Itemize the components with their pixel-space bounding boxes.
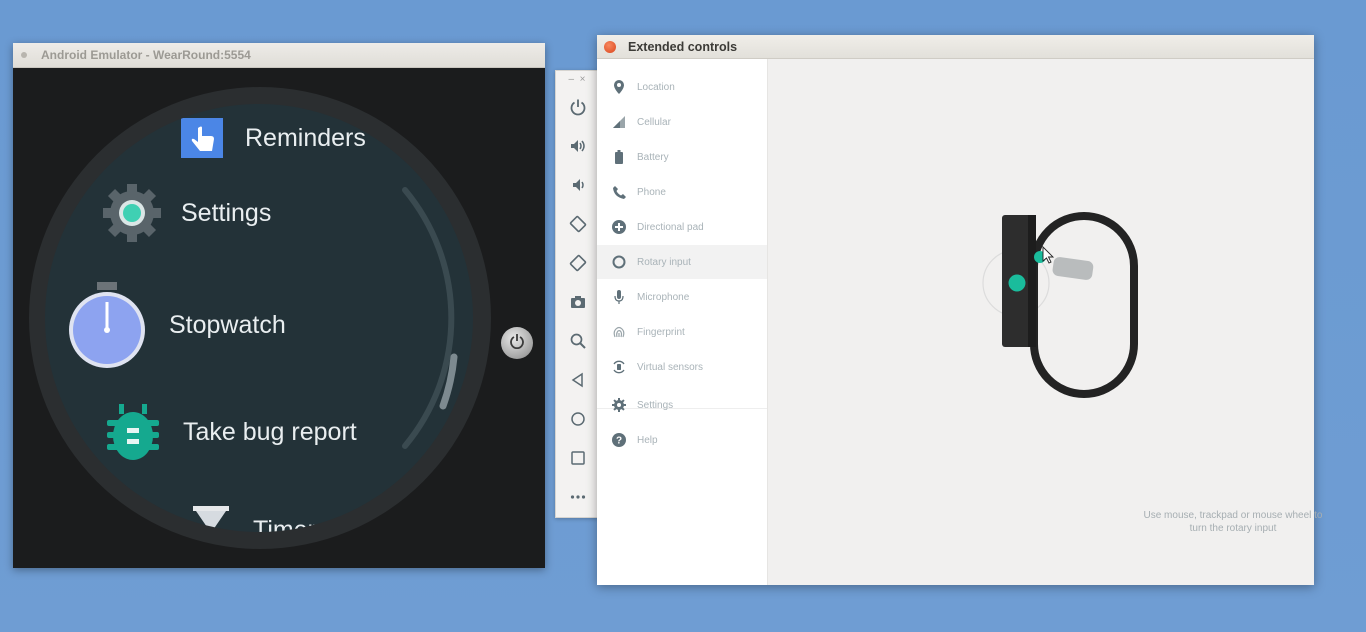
nav-item-label: Virtual sensors [637,361,703,373]
watch-scrollbar[interactable] [53,112,465,524]
extended-controls-nav: Location Cellular Battery Phone Directio… [597,59,768,585]
nav-item-label: Directional pad [637,221,704,233]
toolbar-volume-up-button[interactable] [564,132,592,160]
extended-controls-window: Extended controls Location Cellular Batt [597,35,1322,585]
nav-item-label: Cellular [637,116,671,128]
help-icon: ? [612,433,626,447]
location-pin-icon [612,80,626,94]
battery-icon [612,150,626,164]
settings-icon [612,398,626,412]
extended-controls-title: Extended controls [628,39,738,54]
hint-line: Use mouse, trackpad or mouse wheel to [1143,510,1323,521]
more-icon [570,495,586,499]
nav-item-label: Rotary input [637,256,691,268]
nav-item-microphone[interactable]: Microphone [597,280,767,314]
nav-item-help[interactable]: ? Help [597,423,767,457]
toolbar-window-controls[interactable]: – × [556,71,598,87]
toolbar-home-button[interactable] [564,405,592,433]
nav-item-battery[interactable]: Battery [597,140,767,174]
nav-item-phone[interactable]: Phone [597,175,767,209]
toolbar-volume-down-button[interactable] [564,171,592,199]
toolbar-power-button[interactable] [564,93,592,121]
hint-line: turn the rotary input [1189,523,1277,534]
toolbar-zoom-button[interactable] [564,327,592,355]
back-icon [571,372,583,388]
toolbar-more-button[interactable] [564,483,592,511]
home-icon [571,412,585,426]
nav-item-directional-pad[interactable]: Directional pad [597,210,767,244]
rotary-icon [612,255,626,269]
extended-controls-titlebar[interactable]: Extended controls [597,35,1314,59]
dpad-icon [612,220,626,234]
nav-item-label: Battery [637,151,669,163]
phone-icon [612,185,626,199]
nav-item-virtual-sensors[interactable]: Virtual sensors [597,350,767,384]
rotate-left-icon [569,215,587,233]
volume-up-icon [571,140,585,152]
nav-item-label: Fingerprint [637,326,685,338]
toolbar-rotate-left-button[interactable] [564,210,592,238]
nav-item-label: Microphone [637,291,690,303]
nav-item-rotary-input[interactable]: Rotary input [597,245,767,279]
close-icon[interactable] [604,40,616,53]
camera-icon [571,296,585,308]
nav-item-label: Location [637,81,675,93]
nav-item-settings[interactable]: Settings [597,388,767,422]
watch-side-button[interactable] [501,327,533,359]
svg-text:?: ? [616,436,622,447]
emulator-toolbar: – × [555,70,599,518]
rotary-watch-illustration[interactable] [968,199,1148,399]
toolbar-overview-button[interactable] [564,444,592,472]
nav-item-fingerprint[interactable]: Fingerprint [597,315,767,349]
nav-item-label: Phone [637,186,666,198]
nav-item-cellular[interactable]: Cellular [597,105,767,139]
volume-down-icon [573,179,584,191]
emulator-titlebar[interactable]: Android Emulator - WearRound:5554 [13,43,545,68]
virtual-sensors-icon [612,360,626,374]
toolbar-screenshot-button[interactable] [564,288,592,316]
rotary-input-panel: Use mouse, trackpad or mouse wheel to tu… [768,59,1322,585]
nav-item-label: Settings [637,399,674,411]
microphone-icon [612,290,626,304]
cellular-signal-icon [612,115,626,129]
nav-item-location[interactable]: Location [597,70,767,104]
rotate-right-icon [569,254,587,272]
overview-icon [571,451,585,465]
emulator-title: Android Emulator - WearRound:5554 [41,48,251,62]
power-icon [509,333,525,354]
fingerprint-icon [612,325,626,339]
window-menu-icon[interactable] [21,52,27,58]
zoom-icon [570,333,586,349]
rotary-input-hint: Use mouse, trackpad or mouse wheel to tu… [1128,509,1338,535]
emulator-window: Android Emulator - WearRound:5554 Remind… [13,43,545,568]
emulator-screen[interactable]: Reminders Settings Stopwatch Take bug re… [13,68,545,568]
toolbar-back-button[interactable] [564,366,592,394]
power-icon [570,99,586,116]
toolbar-rotate-right-button[interactable] [564,249,592,277]
desktop: Android Emulator - WearRound:5554 Remind… [0,0,1366,632]
nav-item-label: Help [637,434,658,446]
